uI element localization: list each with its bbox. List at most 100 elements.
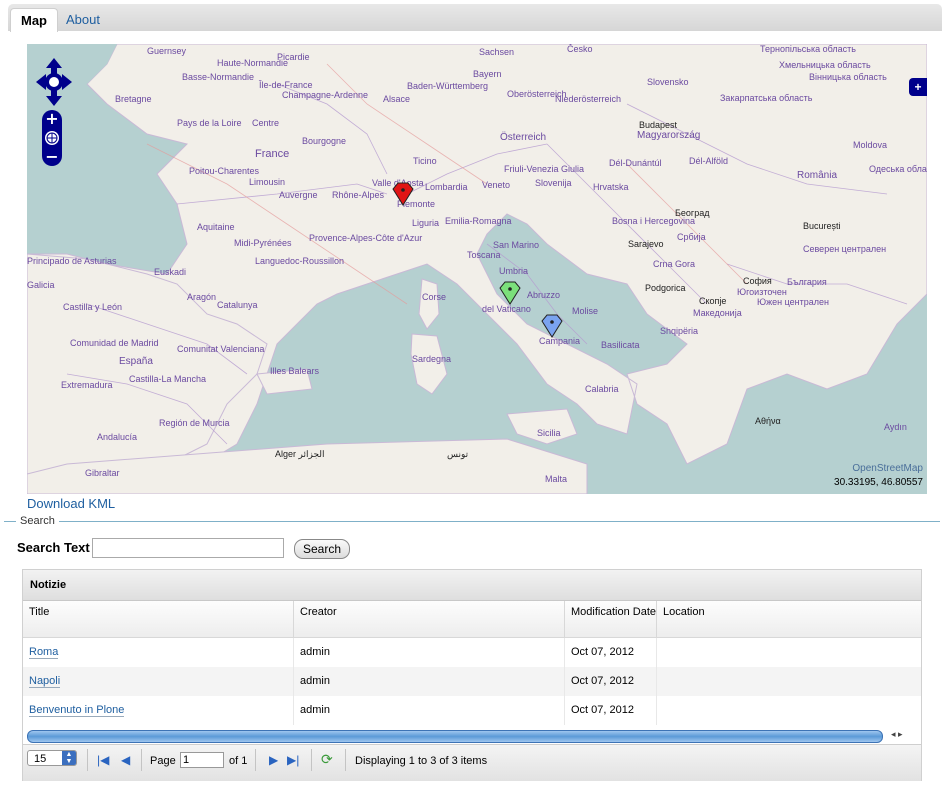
map-label: Comunidad de Madrid <box>70 338 159 348</box>
cell-location <box>657 667 921 696</box>
tab-map[interactable]: Map <box>10 8 58 32</box>
refresh-icon[interactable]: ⟳ <box>321 751 333 768</box>
map-label: Rhône-Alpes <box>332 190 385 200</box>
search-fieldset <box>4 521 940 522</box>
paging-toolbar: 15 ▲▼ |◀ ◀ Page of 1 ▶ ▶| ⟳ Displaying 1… <box>23 744 921 781</box>
map-label: Aquitaine <box>197 222 235 232</box>
map-label: Languedoc-Roussillon <box>255 256 345 266</box>
table-row[interactable]: Roma admin Oct 07, 2012 <box>23 638 921 667</box>
map-marker-red[interactable] <box>392 182 414 209</box>
map-label: Toscana <box>467 250 501 260</box>
map-label: България <box>787 277 827 287</box>
scroll-arrows[interactable]: ◂ ▸ <box>891 729 903 740</box>
item-link[interactable]: Benvenuto in Plone <box>29 704 125 717</box>
map-label: Вінницька область <box>809 72 887 82</box>
grid-title-text: Notizie <box>30 579 67 591</box>
map-label: Extremadura <box>61 380 113 390</box>
map-label: Niederösterreich <box>555 94 622 104</box>
results-grid: Notizie Title Creator Modification Date … <box>22 569 922 781</box>
item-link[interactable]: Napoli <box>29 675 61 688</box>
map-label: Slovenija <box>535 178 572 188</box>
toolbar-separator <box>141 749 142 771</box>
pan-control[interactable] <box>35 56 73 111</box>
grid-header: Title Creator Modification Date Location <box>23 601 921 638</box>
map-label: Sarajevo <box>628 239 664 249</box>
tab-bar: Map About <box>8 4 942 32</box>
grid-title: Notizie <box>23 570 921 601</box>
zoom-out-icon: − <box>45 147 58 166</box>
map-marker-blue[interactable] <box>541 314 563 341</box>
map-label: Αθήνα <box>755 416 781 426</box>
horizontal-scrollbar[interactable]: ◂ ▸ <box>27 728 917 743</box>
map-label: Тернопільська область <box>760 44 856 54</box>
map-label: تونس <box>447 449 469 459</box>
map-label: Picardie <box>277 52 310 62</box>
map-label: Basilicata <box>601 340 640 350</box>
cell-date: Oct 07, 2012 <box>565 667 657 696</box>
map-label: Emilia-Romagna <box>445 216 512 226</box>
previous-page-icon[interactable]: ◀ <box>121 753 130 767</box>
search-input[interactable] <box>92 538 284 558</box>
page-number-input[interactable] <box>180 752 224 768</box>
page-label: Page <box>150 755 176 767</box>
scrollbar-thumb[interactable] <box>27 730 883 743</box>
tab-about[interactable]: About <box>56 8 110 31</box>
map-label: Centre <box>252 118 280 128</box>
column-header-title[interactable]: Title <box>23 601 294 637</box>
map-label: Illes Balears <box>270 366 320 376</box>
map-label: Liguria <box>412 218 440 228</box>
map-label: Andalucía <box>97 432 138 442</box>
column-header-creator[interactable]: Creator <box>294 601 565 637</box>
map-label: Crna Gora <box>653 259 696 269</box>
map-label: Северен централен <box>803 244 887 254</box>
map-label: Provence-Alpes-Côte d'Azur <box>309 233 423 243</box>
mouse-coordinates: 30.33195, 46.80557 <box>834 477 923 488</box>
map-label: Catalunya <box>217 300 258 310</box>
map-label: Ticino <box>413 156 437 166</box>
map-label: Umbria <box>499 266 529 276</box>
map-label: Euskadi <box>154 267 187 277</box>
map-label: Île-de-France <box>259 80 313 90</box>
table-row[interactable]: Benvenuto in Plone admin Oct 07, 2012 <box>23 696 921 725</box>
page-size-select[interactable]: 15 ▲ ▼ <box>27 750 77 766</box>
layer-switcher-button[interactable]: + <box>909 78 927 96</box>
search-button[interactable]: Search <box>294 539 350 559</box>
download-kml-link[interactable]: Download KML <box>27 496 115 511</box>
map-view[interactable]: Guernsey Basse-Normandie Haute-Normandie… <box>27 44 927 494</box>
map-label: Sardegna <box>412 354 452 364</box>
map-label: Aydın <box>884 422 907 432</box>
map-label: Хмельницька область <box>779 60 871 70</box>
first-page-icon[interactable]: |◀ <box>97 753 109 767</box>
last-page-icon[interactable]: ▶| <box>287 753 299 767</box>
spinner-icon[interactable]: ▲ ▼ <box>62 751 76 765</box>
item-link[interactable]: Roma <box>29 646 59 659</box>
map-label: Castilla y León <box>63 302 123 312</box>
cell-creator: admin <box>294 696 565 725</box>
map-label: Región de Murcia <box>159 418 230 428</box>
map-label: București <box>803 221 841 231</box>
map-label: Bretagne <box>115 94 152 104</box>
map-label: Corse <box>422 292 447 302</box>
toolbar-separator <box>345 749 346 771</box>
column-header-modification-date[interactable]: Modification Date <box>565 601 657 637</box>
map-label: Molise <box>572 306 599 316</box>
map-label: Midi-Pyrénées <box>234 238 292 248</box>
map-label: Aragón <box>187 292 217 302</box>
cell-creator: admin <box>294 638 565 667</box>
column-header-location[interactable]: Location <box>657 601 921 637</box>
map-label: Sachsen <box>479 47 515 57</box>
map-attribution[interactable]: OpenStreetMap <box>852 463 923 474</box>
zoom-control[interactable]: + − <box>41 109 63 169</box>
map-label: Србија <box>677 232 706 242</box>
map-label: România <box>797 170 838 181</box>
table-row[interactable]: Napoli admin Oct 07, 2012 <box>23 667 921 696</box>
map-label: Alger الجزائر <box>275 449 325 459</box>
cell-location <box>657 638 921 667</box>
map-label: España <box>119 356 153 367</box>
paging-status: Displaying 1 to 3 of 3 items <box>355 755 488 767</box>
map-label: Скопје <box>699 296 727 306</box>
map-marker-green[interactable] <box>499 281 521 308</box>
next-page-icon[interactable]: ▶ <box>269 753 278 767</box>
map-label: Македонија <box>693 308 742 318</box>
map-label: Guernsey <box>147 46 187 56</box>
